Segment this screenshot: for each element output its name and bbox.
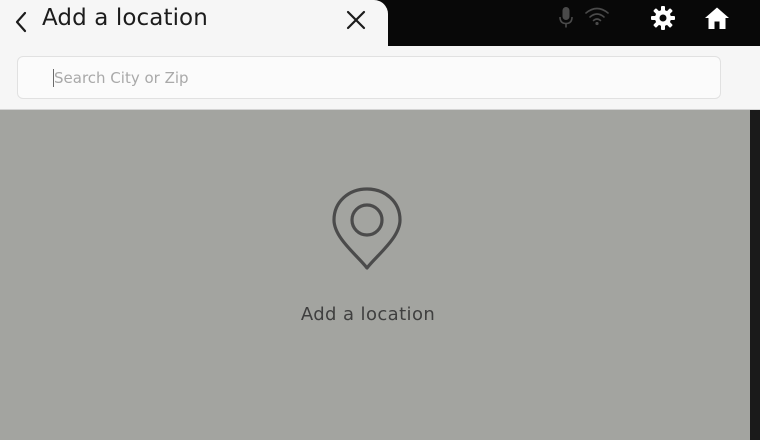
empty-state: Add a location — [0, 110, 750, 440]
search-input[interactable] — [54, 57, 694, 98]
microphone-icon — [555, 5, 577, 31]
empty-state-label: Add a location — [300, 304, 436, 325]
settings-button[interactable] — [648, 4, 678, 32]
screen-bezel — [750, 110, 760, 440]
close-button[interactable] — [342, 6, 370, 34]
page-title: Add a location — [42, 5, 208, 31]
location-pin-icon — [332, 187, 402, 270]
home-icon — [705, 7, 729, 29]
wifi-icon — [583, 4, 611, 28]
search-box[interactable] — [17, 56, 721, 99]
home-button[interactable] — [702, 4, 732, 32]
screen: Add a location Search City or Zip Add a … — [0, 0, 760, 440]
gear-icon — [651, 6, 675, 30]
close-icon — [346, 10, 366, 30]
chevron-left-icon — [15, 11, 27, 33]
back-button[interactable] — [8, 8, 34, 36]
